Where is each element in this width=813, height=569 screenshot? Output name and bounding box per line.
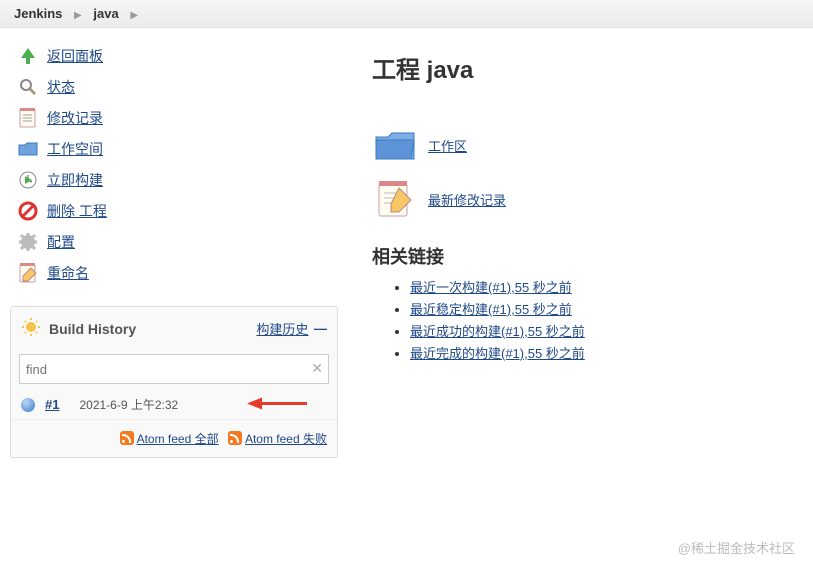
build-find-input[interactable] [19,354,329,384]
folder-large-icon [372,125,418,165]
build-status-ball-icon [21,398,35,412]
breadcrumb-project[interactable]: java [93,6,118,21]
breadcrumb: Jenkins ▶ java ▶ [0,0,813,28]
sidebar-item-label: 删除 工程 [47,201,107,221]
sidebar-item-label: 重命名 [47,263,89,283]
related-link[interactable]: 最近成功的构建(#1),55 秒之前 [410,324,585,339]
notepad-icon [16,106,40,130]
edit-notepad-icon [16,261,40,285]
atom-feed-fail-link[interactable]: Atom feed 失败 [245,432,327,446]
sidebar-item-label: 工作空间 [47,139,103,159]
asset-workspace: 工作区 [372,125,803,165]
workspace-link[interactable]: 工作区 [428,136,467,155]
build-find-row: ✕ [11,350,337,390]
build-history-panel: Build History 构建历史 — ✕ #1 2021-6-9 上午2:3… [10,306,338,458]
build-history-title: Build History [49,321,256,337]
list-item: 最近成功的构建(#1),55 秒之前 [410,321,803,340]
sidebar-item-configure[interactable]: 配置 [10,226,348,257]
sidebar-item-status[interactable]: 状态 [10,71,348,102]
list-item: 最近一次构建(#1),55 秒之前 [410,277,803,296]
folder-icon [16,137,40,161]
sidebar-item-label: 修改记录 [47,108,103,128]
related-link[interactable]: 最近完成的构建(#1),55 秒之前 [410,346,585,361]
related-link[interactable]: 最近稳定构建(#1),55 秒之前 [410,302,572,317]
search-icon [16,75,40,99]
build-feed-row: Atom feed 全部 Atom feed 失败 [11,419,337,457]
up-arrow-icon [16,44,40,68]
clear-icon[interactable]: ✕ [311,360,323,377]
sidebar-item-label: 配置 [47,232,75,252]
build-number-link[interactable]: #1 [45,397,59,412]
sidebar-item-label: 立即构建 [47,170,103,190]
breadcrumb-root[interactable]: Jenkins [14,6,62,21]
related-links-header: 相关链接 [372,243,803,269]
atom-feed-all-link[interactable]: Atom feed 全部 [137,432,219,446]
rss-icon [120,431,134,445]
sidebar-item-build-now[interactable]: 立即构建 [10,164,348,195]
sidebar-item-rename[interactable]: 重命名 [10,257,348,288]
asset-changes: 最新修改记录 [372,179,803,219]
watermark: @稀土掘金技术社区 [678,538,795,557]
sidebar-item-changes[interactable]: 修改记录 [10,102,348,133]
list-item: 最近稳定构建(#1),55 秒之前 [410,299,803,318]
notepad-large-icon [372,179,418,219]
sidebar-item-label: 状态 [47,77,75,97]
related-link[interactable]: 最近一次构建(#1),55 秒之前 [410,280,572,295]
sidebar-item-label: 返回面板 [47,46,103,66]
build-row[interactable]: #1 2021-6-9 上午2:32 [11,390,337,419]
page-title: 工程 java [372,50,803,85]
sidebar-item-back[interactable]: 返回面板 [10,40,348,71]
build-time: 2021-6-9 上午2:32 [79,396,178,413]
gear-icon [16,230,40,254]
sidebar-item-delete[interactable]: 删除 工程 [10,195,348,226]
build-trend-link[interactable]: 构建历史 [256,319,308,338]
sidebar-menu: 返回面板 状态 修改记录 工作空间 立即构建 删除 工程 [0,36,348,298]
rss-icon [228,431,242,445]
sidebar: 返回面板 状态 修改记录 工作空间 立即构建 删除 工程 [0,28,348,458]
changes-link[interactable]: 最新修改记录 [428,190,506,209]
collapse-icon[interactable]: — [310,321,327,336]
main-panel: 工程 java 工作区 最新修改记录 相关链接 最近一次构建(#1),55 秒之… [348,28,813,458]
chevron-right-icon: ▶ [74,10,82,21]
clock-play-icon [16,168,40,192]
sun-icon [21,317,41,340]
build-history-header: Build History 构建历史 — [11,307,337,350]
related-links-list: 最近一次构建(#1),55 秒之前 最近稳定构建(#1),55 秒之前 最近成功… [372,277,803,362]
annotation-arrow-icon [247,396,307,413]
chevron-right-icon: ▶ [130,10,138,21]
no-entry-icon [16,199,40,223]
sidebar-item-workspace[interactable]: 工作空间 [10,133,348,164]
list-item: 最近完成的构建(#1),55 秒之前 [410,343,803,362]
asset-links: 工作区 最新修改记录 [372,125,803,219]
